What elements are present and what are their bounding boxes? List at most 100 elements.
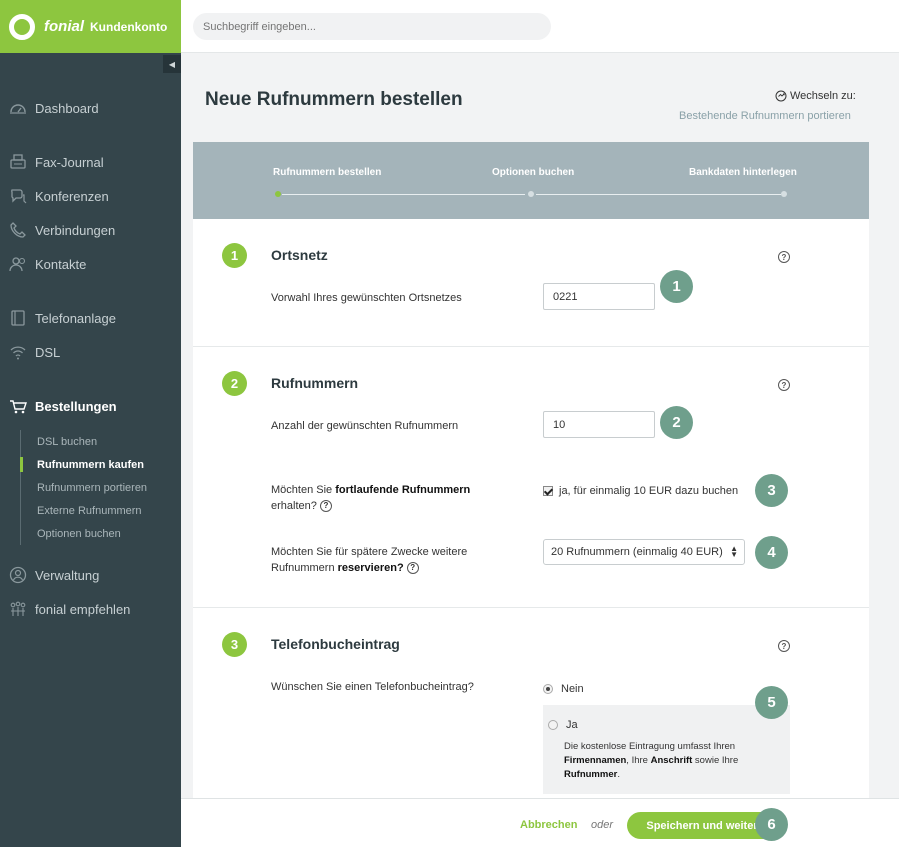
section-number: 1 bbox=[222, 243, 247, 268]
sidebar-item-fonial-empfehlen[interactable]: fonial empfehlen bbox=[0, 597, 181, 621]
area-code-input[interactable] bbox=[543, 283, 655, 310]
top-bar bbox=[181, 0, 899, 53]
step-2-dot bbox=[528, 191, 534, 197]
phonebook-description: Die kostenlose Eintragung umfasst Ihren … bbox=[564, 740, 779, 782]
step-1-dot bbox=[275, 191, 281, 197]
number-count-input[interactable] bbox=[543, 411, 655, 438]
desc-text: Die kostenlose Eintragung umfasst Ihren bbox=[564, 741, 736, 752]
consecutive-numbers-checkbox-label: ja, für einmalig 10 EUR dazu buchen bbox=[559, 485, 739, 497]
phonebook-option-yes-box: Ja Die kostenlose Eintragung umfasst Ihr… bbox=[543, 705, 790, 794]
section-title: Telefonbucheintrag bbox=[271, 636, 400, 652]
consecutive-numbers-label: Möchten Sie fortlaufende Rufnummern erha… bbox=[271, 482, 470, 514]
cancel-link[interactable]: Abbrechen bbox=[520, 819, 577, 831]
reserve-text-bold: reservieren? bbox=[337, 562, 404, 574]
annotation-badge-5: 5 bbox=[755, 686, 788, 719]
consecutive-numbers-checkbox[interactable] bbox=[543, 486, 553, 496]
brand-product: Kundenkonto bbox=[90, 19, 168, 34]
help-icon[interactable]: ? bbox=[406, 562, 419, 575]
phone-icon bbox=[8, 221, 28, 239]
subnav-item-rufnummern-portieren[interactable]: Rufnummern portieren bbox=[21, 476, 147, 499]
help-icon[interactable]: ? bbox=[778, 251, 790, 263]
annotation-badge-6: 6 bbox=[755, 808, 788, 841]
desc-text: , Ihre bbox=[626, 755, 651, 766]
help-icon[interactable]: ? bbox=[778, 379, 790, 391]
desc-bold: Rufnummer bbox=[564, 769, 618, 780]
select-arrows-icon: ▲ ▼ bbox=[730, 544, 738, 559]
sidebar-item-dsl[interactable]: DSL bbox=[0, 340, 181, 364]
step-1-label: Rufnummern bestellen bbox=[273, 167, 382, 178]
page-title: Neue Rufnummern bestellen bbox=[205, 89, 463, 110]
reserve-text: Möchten Sie für spätere Zwecke weitere bbox=[271, 546, 468, 558]
fax-icon bbox=[8, 153, 28, 171]
number-count-label: Anzahl der gewünschten Rufnummern bbox=[271, 420, 459, 432]
sidebar-item-label: Fax-Journal bbox=[35, 154, 104, 170]
sidebar-item-label: Telefonanlage bbox=[35, 310, 116, 326]
radio-no-label: Nein bbox=[561, 683, 584, 695]
brand-logo[interactable]: fonial Kundenkonto bbox=[0, 0, 181, 53]
sidebar-item-label: Verwaltung bbox=[35, 567, 100, 583]
consecutive-text-bold: fortlaufende Rufnummern bbox=[335, 484, 471, 496]
subnav-item-rufnummern-kaufen[interactable]: Rufnummern kaufen bbox=[19, 453, 147, 476]
desc-bold: Firmennamen bbox=[564, 755, 627, 766]
phonebook-option-yes[interactable]: Ja bbox=[548, 719, 578, 731]
section-ortsnetz: 1 Ortsnetz ? Vorwahl Ihres gewünschten O… bbox=[193, 219, 869, 347]
help-icon[interactable]: ? bbox=[319, 500, 332, 513]
annotation-badge-3: 3 bbox=[755, 474, 788, 507]
radio-no[interactable] bbox=[543, 684, 553, 694]
phonebook-option-no[interactable]: Nein bbox=[543, 683, 584, 695]
sidebar-item-label: Kontakte bbox=[35, 256, 87, 272]
subnav-item-dsl-buchen[interactable]: DSL buchen bbox=[21, 430, 147, 453]
section-number: 3 bbox=[222, 632, 247, 657]
section-title: Ortsnetz bbox=[271, 247, 328, 263]
sidebar-item-telefonanlage[interactable]: Telefonanlage bbox=[0, 306, 181, 330]
annotation-badge-1: 1 bbox=[660, 270, 693, 303]
people-icon bbox=[8, 600, 28, 618]
sidebar-item-bestellungen[interactable]: Bestellungen bbox=[0, 394, 181, 418]
user-icon bbox=[8, 566, 28, 584]
step-3-label: Bankdaten hinterlegen bbox=[689, 167, 797, 178]
search-input[interactable] bbox=[193, 13, 551, 40]
annotation-badge-2: 2 bbox=[660, 406, 693, 439]
speedometer-icon bbox=[8, 99, 28, 117]
sidebar-item-verbindungen[interactable]: Verbindungen bbox=[0, 218, 181, 242]
sidebar-item-verwaltung[interactable]: Verwaltung bbox=[0, 563, 181, 587]
cart-icon bbox=[8, 397, 28, 415]
annotation-badge-4: 4 bbox=[755, 536, 788, 569]
phonebook-question: Wünschen Sie einen Telefonbucheintrag? bbox=[271, 681, 474, 693]
desc-text: . bbox=[617, 769, 620, 780]
sidebar-item-label: fonial empfehlen bbox=[35, 601, 131, 617]
subnav-item-externe-rufnummern[interactable]: Externe Rufnummern bbox=[21, 499, 147, 522]
sidebar-item-konferenzen[interactable]: Konferenzen bbox=[0, 184, 181, 208]
sidebar-item-label: Bestellungen bbox=[35, 398, 117, 414]
reserve-numbers-selected: 20 Rufnummern (einmalig 40 EUR) bbox=[551, 546, 723, 558]
consecutive-numbers-option[interactable]: ja, für einmalig 10 EUR dazu buchen bbox=[543, 485, 738, 497]
bestellungen-submenu: DSL buchen Rufnummern kaufen Rufnummern … bbox=[19, 430, 147, 545]
radio-yes-label: Ja bbox=[566, 719, 578, 731]
section-title: Rufnummern bbox=[271, 375, 359, 391]
sidebar-item-label: DSL bbox=[35, 344, 61, 360]
fonial-logo-icon bbox=[9, 13, 35, 40]
reserve-numbers-select[interactable]: 20 Rufnummern (einmalig 40 EUR) ▲ ▼ bbox=[543, 539, 745, 565]
sidebar-item-kontakte[interactable]: Kontakte bbox=[0, 252, 181, 276]
sidebar-item-label: Verbindungen bbox=[35, 222, 116, 238]
step-2-label: Optionen buchen bbox=[492, 167, 575, 178]
radio-yes[interactable] bbox=[548, 720, 558, 730]
contacts-icon bbox=[8, 255, 28, 273]
reserve-numbers-label: Möchten Sie für spätere Zwecke weitere R… bbox=[271, 544, 467, 576]
sidebar-item-label: Dashboard bbox=[35, 100, 99, 116]
or-text: oder bbox=[591, 819, 614, 831]
sidebar-item-label: Konferenzen bbox=[35, 188, 109, 204]
form-footer: Abbrechen oder Speichern und weiter bbox=[181, 798, 899, 847]
sidebar-item-dashboard[interactable]: Dashboard bbox=[0, 96, 181, 120]
port-numbers-link[interactable]: Bestehende Rufnummern portieren bbox=[679, 110, 851, 122]
area-code-label: Vorwahl Ihres gewünschten Ortsnetzes bbox=[271, 292, 462, 304]
switch-icon bbox=[775, 90, 787, 102]
consecutive-text: Möchten Sie bbox=[271, 484, 336, 496]
phone-system-icon bbox=[8, 309, 28, 327]
step-line bbox=[536, 194, 781, 195]
subnav-item-optionen-buchen[interactable]: Optionen buchen bbox=[21, 522, 147, 545]
collapse-sidebar-icon[interactable]: ◀ bbox=[163, 55, 181, 73]
consecutive-text-end: erhalten? bbox=[271, 500, 317, 512]
help-icon[interactable]: ? bbox=[778, 640, 790, 652]
sidebar-item-fax-journal[interactable]: Fax-Journal bbox=[0, 150, 181, 174]
